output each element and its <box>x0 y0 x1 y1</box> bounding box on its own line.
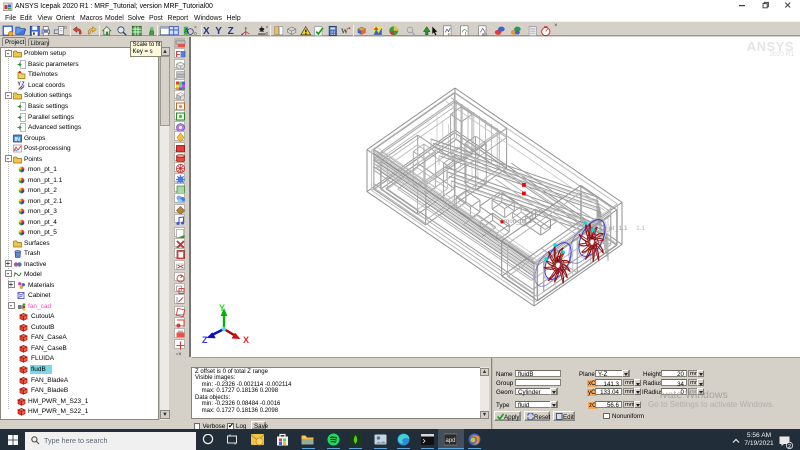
svg-text:1.1: 1.1 <box>636 225 646 232</box>
svg-text:x: x <box>448 32 450 37</box>
svg-text:apd: apd <box>446 438 456 444</box>
svg-text:Z: Z <box>202 335 208 345</box>
svg-text:X: X <box>243 335 249 345</box>
svg-text:ab: ab <box>481 32 486 37</box>
svg-text:2: 2 <box>788 443 791 448</box>
svg-text:mon_pt_1: mon_pt_1 <box>504 218 533 225</box>
svg-text:Y: Y <box>219 303 225 313</box>
svg-text:W: W <box>341 27 349 36</box>
svg-text:IN: IN <box>14 136 20 142</box>
svg-text:_pt_1.1: _pt_1.1 <box>604 225 628 232</box>
